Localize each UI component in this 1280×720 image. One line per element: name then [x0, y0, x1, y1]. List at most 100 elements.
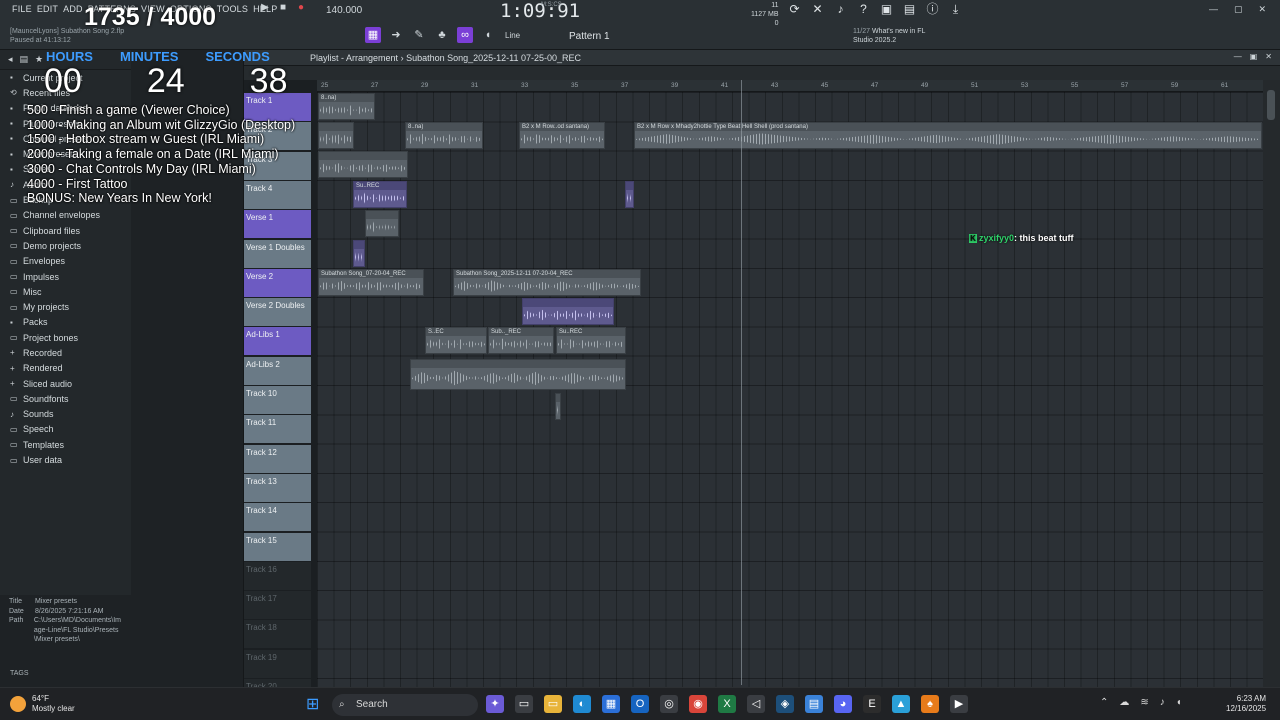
playlist-minimize-icon[interactable]: — [1234, 52, 1242, 61]
audio-clip[interactable]: B2 x M Row..od santana) [519, 122, 605, 149]
browser-item[interactable]: ▭ Envelopes [0, 254, 131, 269]
audio-clip[interactable] [555, 393, 561, 420]
edge-icon[interactable]: ◐ [573, 695, 591, 713]
track-header[interactable]: Track 11 [244, 415, 311, 445]
tray-chevron-icon[interactable]: ⌃ [1100, 697, 1108, 708]
maximize-icon[interactable]: ▢ [1234, 4, 1243, 15]
microphone-tray-icon[interactable]: ♪ [1160, 697, 1165, 708]
menu-edit[interactable]: EDIT [37, 4, 58, 14]
audio-clip[interactable] [318, 151, 408, 178]
track-header[interactable]: Track 16 [244, 561, 311, 591]
track-header[interactable]: Ad-Libs 1 [244, 327, 311, 357]
scrollbar-thumb[interactable] [1267, 90, 1275, 120]
minimize-icon[interactable]: — [1209, 4, 1218, 15]
track-header[interactable]: Track 12 [244, 444, 311, 474]
volume-icon[interactable]: ◖ [1176, 697, 1182, 708]
audio-clip[interactable]: 8..na) [405, 122, 483, 149]
track-header[interactable]: Track 15 [244, 532, 311, 562]
excel-icon[interactable]: X [718, 695, 736, 713]
playlist-restore-icon[interactable]: ▣ [1250, 52, 1258, 61]
track-header[interactable]: Verse 2 Doubles [244, 298, 311, 328]
browser-star-icon[interactable]: ★ [35, 54, 43, 65]
track-header[interactable]: Verse 2 [244, 268, 311, 298]
close-icon[interactable]: ✕ [1258, 4, 1266, 15]
audio-clip[interactable]: S..EC [425, 327, 487, 354]
epic-games-icon[interactable]: E [863, 695, 881, 713]
onedrive-icon[interactable]: ☁ [1119, 697, 1129, 708]
audio-clip[interactable] [365, 210, 399, 237]
task-view-icon[interactable]: ▭ [515, 695, 533, 713]
discord-icon[interactable]: ◕ [834, 695, 852, 713]
playlist-close-icon[interactable]: ✕ [1265, 52, 1272, 61]
track-header[interactable]: Ad-Libs 2 [244, 356, 311, 386]
track-header[interactable]: Track 14 [244, 503, 311, 533]
tempo-display[interactable]: 140.000 [326, 5, 362, 16]
browser-item[interactable]: ▭ Templates [0, 437, 131, 452]
track-header[interactable]: Track 19 [244, 649, 311, 679]
steam-icon[interactable]: ◈ [776, 695, 794, 713]
wifi-icon[interactable]: ≋ [1140, 697, 1148, 708]
capcut-icon[interactable]: ◁ [747, 695, 765, 713]
browser-item[interactable]: ▭ Clipboard files [0, 223, 131, 238]
copilot-icon[interactable]: ✦ [486, 695, 504, 713]
info-icon[interactable]: ⓘ [926, 3, 939, 16]
media-player-icon[interactable]: ▶ [950, 695, 968, 713]
timeline-ruler[interactable]: 2527293133353739414345474951535557596162 [317, 80, 1278, 92]
stop-icon[interactable]: ■ [278, 3, 288, 13]
browser-item[interactable]: ▭ Soundfonts [0, 391, 131, 406]
store-icon[interactable]: ▦ [602, 695, 620, 713]
photos-icon[interactable]: ▲ [892, 695, 910, 713]
news-panel[interactable]: 11/27 What's new in FL Studio 2025.2 [853, 27, 925, 45]
browser-item[interactable]: ▭ Misc [0, 284, 131, 299]
pattern-selector[interactable]: Pattern 1 [569, 31, 610, 42]
vertical-scrollbar[interactable] [1263, 80, 1280, 687]
microphone-icon[interactable]: ♪ [834, 3, 847, 16]
audio-clip[interactable] [522, 298, 614, 325]
browser-item[interactable]: + Rendered [0, 361, 131, 376]
outlook-icon[interactable]: O [631, 695, 649, 713]
file-explorer-icon[interactable]: ▭ [544, 695, 562, 713]
track-header[interactable]: Verse 1 [244, 210, 311, 240]
audio-clip[interactable]: 8..na) [318, 93, 375, 120]
audio-clip[interactable] [318, 122, 354, 149]
browser-item[interactable]: ▭ My projects [0, 299, 131, 314]
browser-item[interactable]: ♪ Sounds [0, 407, 131, 422]
refresh-icon[interactable]: ⟳ [788, 3, 801, 16]
export-icon[interactable]: ▤ [903, 3, 916, 16]
record-icon[interactable]: ● [296, 3, 306, 13]
browser-item[interactable]: ▭ Speech [0, 422, 131, 437]
audio-clip[interactable]: Sub.._REC [488, 327, 554, 354]
browser-item[interactable]: ▭ Channel envelopes [0, 208, 131, 223]
track-header[interactable]: Track 13 [244, 473, 311, 503]
help-icon[interactable]: ? [857, 3, 870, 16]
audio-clip[interactable] [410, 359, 626, 390]
audio-clip[interactable] [625, 181, 634, 208]
fl-studio-icon[interactable]: ♠ [921, 695, 939, 713]
weather-widget[interactable]: 64°F Mostly clear [10, 694, 75, 714]
audio-clip[interactable]: Subathon Song_07-20-04_REC [318, 269, 424, 296]
audio-clip[interactable]: B2 x M Row x Mhady2hottie Type Beat Hell… [634, 122, 1262, 149]
track-header[interactable]: Track 18 [244, 620, 311, 650]
browser-item[interactable]: + Sliced audio [0, 376, 131, 391]
windows-start-icon[interactable]: ⊞ [306, 696, 324, 714]
audio-clip[interactable]: Su..REC [353, 181, 407, 208]
menu-tools[interactable]: TOOLS [217, 4, 248, 14]
browser-item[interactable]: ▭ Demo projects [0, 238, 131, 253]
chrome-icon[interactable]: ◉ [689, 695, 707, 713]
save-icon[interactable]: ▣ [880, 3, 893, 16]
audio-clip[interactable] [353, 240, 365, 267]
browser-file-icon[interactable]: ▤ [20, 54, 29, 65]
stamp-icon[interactable]: ♣ [434, 27, 450, 43]
pattern-mode-icon[interactable]: ▦ [365, 27, 381, 43]
taskbar-search[interactable]: Search [332, 694, 478, 716]
browser-item[interactable]: ▭ User data [0, 452, 131, 467]
play-icon[interactable]: ▶ [260, 3, 270, 13]
taskbar-clock[interactable]: 6:23 AM 12/16/2025 [1226, 694, 1266, 714]
notepad-icon[interactable]: ▤ [805, 695, 823, 713]
tools-icon[interactable]: ✕ [811, 3, 824, 16]
download-icon[interactable]: ⤓ [949, 3, 962, 16]
link-icon[interactable]: ∞ [457, 27, 473, 43]
track-header[interactable]: Verse 1 Doubles [244, 239, 311, 269]
browser-item[interactable]: ▭ Project bones [0, 330, 131, 345]
magnet-icon[interactable]: ◖ [480, 27, 496, 43]
